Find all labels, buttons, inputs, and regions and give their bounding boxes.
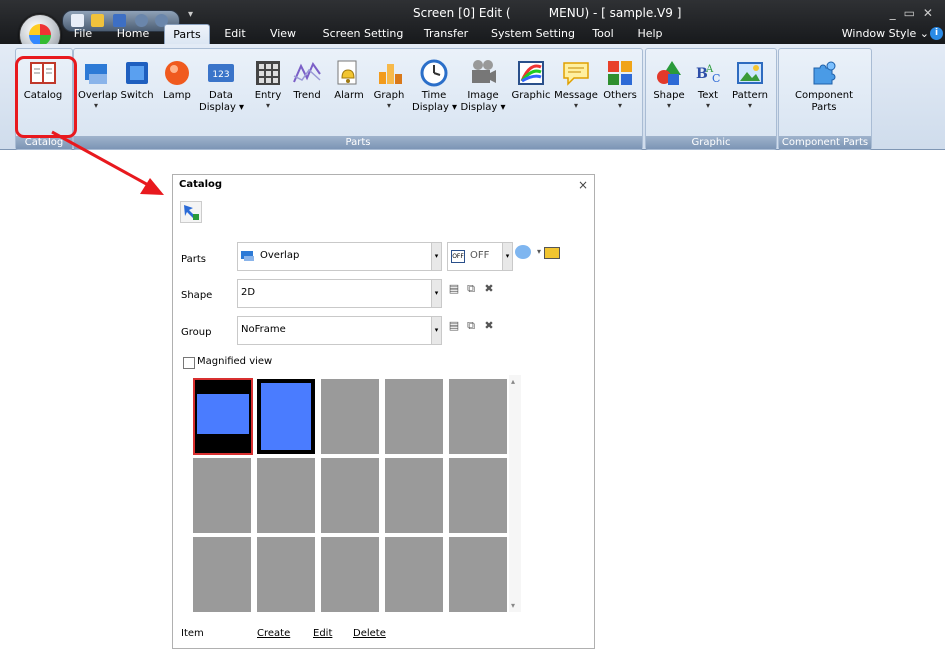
panel-title: Catalog bbox=[179, 179, 223, 190]
close-icon[interactable]: × bbox=[578, 178, 588, 192]
magnified-view-checkbox[interactable] bbox=[183, 357, 195, 369]
catalog-item[interactable] bbox=[321, 537, 379, 612]
catalog-item-preview bbox=[197, 394, 249, 434]
overlap-icon bbox=[241, 251, 254, 261]
parts-select[interactable]: Overlap ▾ bbox=[237, 242, 442, 271]
delete-link[interactable]: Delete bbox=[353, 628, 386, 639]
off-state-icon: OFF bbox=[451, 250, 465, 263]
folder-icon[interactable] bbox=[544, 247, 560, 259]
edit-link[interactable]: Edit bbox=[313, 628, 332, 639]
chevron-down-icon[interactable]: ▾ bbox=[431, 317, 441, 344]
chevron-down-icon[interactable]: ▾ bbox=[431, 243, 441, 270]
register-icon[interactable]: ▤ bbox=[448, 320, 460, 332]
grid-scrollbar[interactable]: ▴ ▾ bbox=[509, 375, 521, 612]
catalog-item[interactable] bbox=[385, 537, 443, 612]
catalog-panel: Catalog × Parts Overlap ▾ OFF OFF ▾ ▾ Sh… bbox=[172, 174, 595, 649]
shape-select[interactable]: 2D ▾ bbox=[237, 279, 442, 308]
catalog-item[interactable] bbox=[193, 537, 251, 612]
catalog-item[interactable] bbox=[385, 379, 443, 454]
scroll-down-icon[interactable]: ▾ bbox=[511, 601, 515, 610]
catalog-item[interactable] bbox=[257, 537, 315, 612]
group-label: Group bbox=[181, 327, 212, 338]
delete-icon[interactable]: ✖ bbox=[483, 283, 495, 295]
catalog-item-preview bbox=[261, 383, 311, 450]
register-icon[interactable]: ▤ bbox=[448, 283, 460, 295]
catalog-item[interactable] bbox=[193, 458, 251, 533]
catalog-item[interactable] bbox=[449, 458, 507, 533]
catalog-item[interactable] bbox=[257, 379, 315, 454]
copy-icon[interactable]: ⧉ bbox=[465, 320, 477, 332]
item-label: Item bbox=[181, 628, 204, 639]
parts-label: Parts bbox=[181, 254, 206, 265]
chevron-down-icon[interactable]: ▾ bbox=[431, 280, 441, 307]
catalog-item[interactable] bbox=[449, 379, 507, 454]
copy-icon[interactable]: ⧉ bbox=[465, 283, 477, 295]
scroll-up-icon[interactable]: ▴ bbox=[511, 377, 515, 386]
chevron-down-icon[interactable]: ▾ bbox=[502, 243, 512, 270]
create-link[interactable]: Create bbox=[257, 628, 290, 639]
catalog-item[interactable] bbox=[385, 458, 443, 533]
palette-icon[interactable] bbox=[515, 245, 531, 259]
catalog-item[interactable] bbox=[449, 537, 507, 612]
catalog-item[interactable] bbox=[193, 378, 253, 455]
magnified-view-label: Magnified view bbox=[197, 356, 273, 367]
shape-label: Shape bbox=[181, 290, 213, 301]
catalog-item[interactable] bbox=[321, 458, 379, 533]
catalog-item[interactable] bbox=[257, 458, 315, 533]
state-select[interactable]: OFF OFF ▾ bbox=[447, 242, 513, 271]
pick-tool-icon[interactable] bbox=[180, 201, 202, 223]
group-select[interactable]: NoFrame ▾ bbox=[237, 316, 442, 345]
catalog-item[interactable] bbox=[321, 379, 379, 454]
delete-icon[interactable]: ✖ bbox=[483, 320, 495, 332]
